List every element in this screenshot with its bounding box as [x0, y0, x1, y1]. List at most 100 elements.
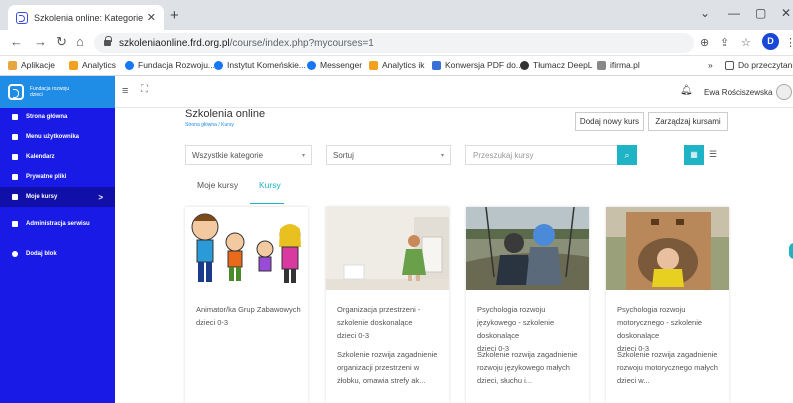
- site-favicon-icon: [16, 11, 28, 24]
- bookmark-item[interactable]: Analytics ik: [369, 60, 425, 70]
- list-view-icon[interactable]: ☰: [709, 149, 717, 160]
- zoom-icon[interactable]: ⊕: [700, 36, 709, 49]
- drawer-toggle-button[interactable]: [789, 243, 793, 259]
- add-course-button[interactable]: Dodaj nowy kurs: [575, 112, 644, 131]
- gear-icon: [12, 221, 18, 227]
- notification-bell-icon[interactable]: 🔔︎: [680, 85, 693, 96]
- course-title-text: Organizacja przestrzeni - szkolenie dosk…: [337, 305, 421, 327]
- main-content: Szkolenia online Strona główna / Kursy D…: [115, 108, 793, 403]
- chevron-down-icon: ▾: [440, 152, 444, 159]
- bookmark-label: Fundacja Rozwoju...: [138, 60, 216, 70]
- sort-select[interactable]: Sortuj ▾: [326, 145, 451, 165]
- sidebar-item-label: Moje kursy: [26, 194, 58, 200]
- bookmark-item[interactable]: ifirma.pl: [597, 60, 640, 70]
- bookmark-label: Messenger: [320, 60, 363, 70]
- menu-dots-icon[interactable]: ⋮: [785, 36, 793, 49]
- bookmark-label: Instytut Komeńskie...: [227, 60, 306, 70]
- reading-list-label: Do przeczytania: [738, 60, 793, 70]
- sidebar-item-label: Kalendarz: [26, 154, 55, 160]
- user-name[interactable]: Ewa Rościszewska: [704, 88, 772, 97]
- fullscreen-icon[interactable]: ⛶: [141, 84, 148, 95]
- browser-tab[interactable]: Szkolenia online: Kategorie kurs ✕: [8, 5, 164, 30]
- course-title[interactable]: Organizacja przestrzeni - szkolenie dosk…: [337, 303, 442, 342]
- sidebar-item-calendar[interactable]: Kalendarz: [0, 147, 115, 167]
- pdf-convert-icon: [432, 60, 441, 70]
- bookmark-item[interactable]: Messenger: [307, 60, 362, 70]
- chevron-right-icon: >: [98, 192, 103, 202]
- bookmark-item[interactable]: Aplikacje: [8, 60, 55, 70]
- site-logo[interactable]: Fundacja rozwoju dzieci: [0, 76, 115, 108]
- category-select-value: Wszystkie kategorie: [192, 150, 264, 160]
- ifirma-icon: [597, 60, 606, 70]
- sidebar-item-label: Menu użytkownika: [26, 134, 80, 140]
- sidebar-item-private-files[interactable]: Prywatne pliki: [0, 167, 115, 187]
- course-card[interactable]: Animator/ka Grup Zabawowych dzieci 0-3: [185, 207, 308, 403]
- bookmark-item[interactable]: Fundacja Rozwoju...: [125, 60, 215, 70]
- analytics-icon: [369, 60, 378, 70]
- bookmark-star-icon[interactable]: ☆: [741, 36, 751, 49]
- tab-title: Szkolenia online: Kategorie kurs: [34, 12, 143, 23]
- new-tab-button[interactable]: +: [170, 7, 179, 24]
- bookmarks-bar: Aplikacje Analytics Fundacja Rozwoju... …: [0, 56, 793, 76]
- courses-icon: [12, 194, 18, 200]
- page-title: Szkolenia online: [185, 108, 266, 120]
- hamburger-menu-icon[interactable]: ≡: [122, 85, 128, 97]
- bookmark-item[interactable]: Konwersja PDF do...: [432, 60, 523, 70]
- search-icon[interactable]: ⌕: [617, 145, 637, 165]
- sidebar-item-my-courses[interactable]: Moje kursy >: [0, 187, 115, 207]
- sidebar-item-home[interactable]: Strona główna: [0, 107, 115, 127]
- url-path: /course/index.php?mycourses=1: [229, 37, 374, 49]
- logo-mark-icon: [8, 84, 24, 100]
- course-card[interactable]: Psychologia rozwoju motorycznego - szkol…: [606, 207, 729, 403]
- minimize-icon[interactable]: —: [728, 6, 740, 20]
- share-icon[interactable]: ⇪: [720, 36, 729, 49]
- course-card[interactable]: Organizacja przestrzeni - szkolenie dosk…: [326, 207, 449, 403]
- home-icon[interactable]: ⌂: [76, 34, 84, 49]
- bookmark-label: Tłumacz DeepL: [533, 60, 593, 70]
- course-title-text: Psychologia rozwoju motorycznego - szkol…: [617, 305, 703, 340]
- sort-select-value: Sortuj: [333, 150, 354, 160]
- sidebar-item-user-menu[interactable]: Menu użytkownika: [0, 127, 115, 147]
- browser-window: Szkolenia online: Kategorie kurs ✕ + ⌄ —…: [0, 0, 793, 403]
- bookmark-item[interactable]: Tłumacz DeepL: [520, 60, 593, 70]
- category-select[interactable]: Wszystkie kategorie ▾: [185, 145, 312, 165]
- reading-list-item[interactable]: Do przeczytania: [725, 60, 793, 70]
- tab-search-icon[interactable]: ⌄: [700, 6, 710, 20]
- logo-text: Fundacja rozwoju dzieci: [30, 86, 70, 98]
- lock-icon: [104, 36, 112, 46]
- bookmarks-more-button[interactable]: »: [708, 60, 713, 70]
- course-title[interactable]: Animator/ka Grup Zabawowych dzieci 0-3: [196, 303, 301, 329]
- browser-toolbar: ← → ↻ ⌂ szkoleniaonline.frd.org.pl/cours…: [0, 30, 793, 56]
- tab-courses[interactable]: Kursy: [259, 180, 281, 190]
- address-bar[interactable]: szkoleniaonline.frd.org.pl/course/index.…: [94, 33, 694, 53]
- tab-close-icon[interactable]: ✕: [147, 11, 156, 24]
- top-navbar: ≡ ⛶ 🔔︎ Ewa Rościszewska: [115, 76, 793, 108]
- reload-icon[interactable]: ↻: [56, 34, 67, 50]
- bookmark-item[interactable]: Instytut Komeńskie...: [214, 60, 306, 70]
- course-image: [606, 207, 729, 290]
- bookmark-label: Analytics: [82, 60, 117, 70]
- course-title-text: Animator/ka Grup Zabawowych: [196, 305, 301, 314]
- calendar-icon: [12, 154, 18, 160]
- profile-avatar[interactable]: D: [762, 33, 779, 50]
- breadcrumb[interactable]: Strona główna / Kursy: [185, 122, 234, 128]
- url-host: szkoleniaonline.frd.org.pl: [119, 37, 230, 49]
- close-window-icon[interactable]: ✕: [781, 6, 791, 20]
- forward-icon[interactable]: →: [34, 34, 47, 49]
- course-card[interactable]: Psychologia rozwoju językowego - szkolen…: [466, 207, 589, 403]
- maximize-icon[interactable]: ▢: [755, 6, 766, 20]
- tab-my-courses[interactable]: Moje kursy: [197, 180, 238, 190]
- course-search-input[interactable]: Przeszukaj kursy: [465, 145, 620, 165]
- sidebar-item-label: Prywatne pliki: [26, 174, 67, 180]
- user-icon: [12, 134, 18, 140]
- chevron-down-icon: ▾: [301, 152, 305, 159]
- manage-courses-button[interactable]: Zarządzaj kursami: [648, 112, 728, 131]
- back-icon[interactable]: ←: [10, 34, 23, 49]
- sidebar-item-site-admin[interactable]: Administracja serwisu: [0, 214, 115, 234]
- grid-view-icon[interactable]: ▦: [684, 145, 704, 165]
- bookmark-item[interactable]: Analytics: [69, 60, 116, 70]
- analytics-icon: [69, 60, 78, 70]
- course-image: [326, 207, 449, 290]
- user-avatar[interactable]: [776, 84, 792, 100]
- sidebar-item-add-block[interactable]: Dodaj blok: [0, 244, 115, 264]
